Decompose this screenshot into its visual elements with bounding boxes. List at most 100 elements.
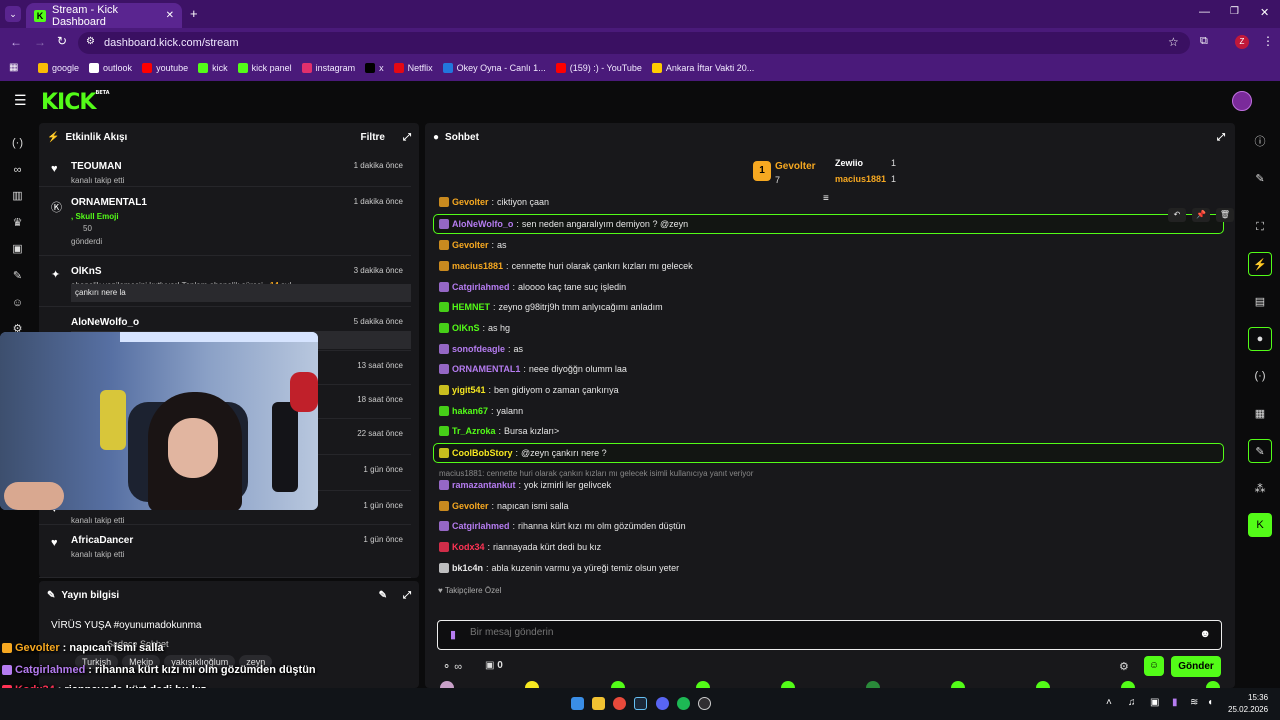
site-info-icon[interactable]: ⚙ <box>86 36 95 47</box>
chat-username[interactable]: Kodx34 <box>452 542 485 552</box>
quick-emote-button[interactable]: ☺ <box>1144 656 1164 676</box>
chat-message[interactable]: Gevolter: as <box>439 237 507 253</box>
chat-message[interactable]: CoolBobStory: @zeyn çankırı nere ? <box>439 445 607 461</box>
pencil-icon[interactable]: ✎ <box>1248 166 1272 190</box>
chat-username[interactable]: macius1881 <box>452 261 503 271</box>
chat-username[interactable]: AloNeWolfo_o <box>452 219 513 229</box>
second-name[interactable]: Zewiio <box>835 158 863 168</box>
bookmark-item[interactable]: (159) :) - YouTube <box>555 63 642 73</box>
hamburger-menu-icon[interactable]: ☰ <box>14 92 27 109</box>
chat-message[interactable]: Catgirlahmed: aloooo kaç tane suç işledin <box>439 279 626 295</box>
chat-username[interactable]: Gevolter <box>452 197 489 207</box>
reload-icon[interactable]: ↻ <box>57 34 67 48</box>
broadcast-icon[interactable]: (·) <box>1248 364 1272 388</box>
popout-icon[interactable]: ⤢ <box>1217 132 1225 143</box>
video-icon[interactable]: ▣ <box>11 243 24 256</box>
tray-chevron-icon[interactable]: ˄ <box>1106 697 1112 708</box>
gifts[interactable]: ▣ 0 <box>485 660 503 671</box>
file-explorer-icon[interactable] <box>592 697 605 710</box>
popout-icon[interactable]: ⤢ <box>403 590 411 601</box>
chat-username[interactable]: ORNAMENTAL1 <box>452 364 520 374</box>
chat-message[interactable]: ramazantankut: yok izmirli ler gelivcek <box>439 477 611 493</box>
forward-icon[interactable]: → <box>34 35 46 49</box>
chat-username[interactable]: ramazantankut <box>452 480 516 490</box>
chat-username[interactable]: Catgirlahmed <box>452 282 510 292</box>
chat-username[interactable]: Gevolter <box>452 501 489 511</box>
reply-icon[interactable]: ↶ <box>1168 208 1186 222</box>
chat-message[interactable]: Gevolter: ciktiyon çaan <box>439 194 549 210</box>
chat-username[interactable]: OlKnS <box>452 323 480 333</box>
close-window-icon[interactable]: ✕ <box>1260 6 1269 19</box>
lightning-icon[interactable]: ⚡ <box>1248 252 1272 276</box>
trophy-icon[interactable]: ♛ <box>11 217 24 230</box>
volume-icon[interactable]: ◖ <box>1207 697 1213 708</box>
chrome-icon[interactable] <box>613 697 626 710</box>
url-field[interactable]: ⚙ dashboard.kick.com/stream ☆ <box>78 32 1190 54</box>
popout-icon[interactable]: ⤢ <box>403 132 411 143</box>
headset-icon[interactable]: ♫ <box>1128 697 1136 708</box>
kick-logo[interactable]: KICKBETA <box>41 90 110 115</box>
chat-message[interactable]: OlKnS: as hg <box>439 320 510 336</box>
activity-event[interactable]: Ⓚ ORNAMENTAL1 , Skull Emoji 50 gönderdi 1 dak… <box>39 187 411 256</box>
user-avatar[interactable] <box>1232 91 1252 111</box>
bookmark-item[interactable]: x <box>365 63 384 73</box>
wrench-icon[interactable]: ✎ <box>11 270 24 283</box>
chat-message[interactable]: sonofdeagle: as <box>439 341 523 357</box>
event-username[interactable]: AfricaDancer <box>71 535 133 546</box>
wifi-icon[interactable]: ≋ <box>1190 697 1198 708</box>
edit-icon[interactable]: ✎ <box>379 590 387 601</box>
chat-username[interactable]: Gevolter <box>452 240 489 250</box>
chat-icon[interactable]: ● <box>1248 327 1272 351</box>
channel-points[interactable]: ⚬ ∞ <box>442 660 462 673</box>
chat-message[interactable]: AloNeWolfo_o: sen neden angaralıyım demiy… <box>439 216 688 232</box>
wrench-icon[interactable]: ✎ <box>1248 439 1272 463</box>
chat-message[interactable]: bk1c4n: abla kuzenin varmu ya yüreği temi… <box>439 560 679 576</box>
tray-app-icon[interactable]: ▣ <box>1150 697 1159 708</box>
event-username[interactable]: OlKnS <box>71 266 102 277</box>
chat-input[interactable] <box>470 627 1170 638</box>
users-icon[interactable]: ☺ <box>11 297 24 310</box>
bookmark-item[interactable]: outlook <box>89 63 132 73</box>
scan-icon[interactable]: ⛶ <box>1248 215 1272 239</box>
chat-message[interactable]: Tr_Azroka: Bursa kızları> <box>439 423 559 439</box>
analytics-icon[interactable]: ▥ <box>11 190 24 203</box>
mic-tray-icon[interactable]: ▮ <box>1172 697 1178 708</box>
pin-icon[interactable]: 📌 <box>1192 208 1210 222</box>
leader-name[interactable]: Gevolter <box>775 161 816 172</box>
mic-icon[interactable]: ▮ <box>450 628 456 641</box>
chat-filter-icon[interactable]: ≡ <box>823 193 829 204</box>
third-name[interactable]: macius1881 <box>835 174 886 184</box>
emoji-icon[interactable]: ☻ <box>1199 628 1211 640</box>
extensions-icon[interactable]: ⧉ <box>1200 35 1208 48</box>
chat-message[interactable]: yigit541: ben gidiyom o zaman çankırıya <box>439 382 619 398</box>
obs-icon[interactable] <box>698 697 711 710</box>
new-tab-button[interactable]: + <box>190 6 198 21</box>
bookmark-item[interactable]: Netflix <box>393 63 433 73</box>
chat-message[interactable]: macius1881: cennette huri olarak çankırı … <box>439 258 693 274</box>
maximize-icon[interactable]: ❐ <box>1230 6 1239 17</box>
printer-icon[interactable]: ▦ <box>1248 401 1272 425</box>
clock-time[interactable]: 15:36 <box>1248 693 1268 702</box>
minimize-icon[interactable]: — <box>1199 6 1210 18</box>
chat-settings-icon[interactable]: ⚙ <box>1119 660 1129 673</box>
bookmark-item[interactable]: Okey Oyna - Canlı 1... <box>442 63 546 73</box>
chat-username[interactable]: CoolBobStory <box>452 448 513 458</box>
link-icon[interactable]: ∞ <box>11 164 24 177</box>
activity-event[interactable]: ♥ AfricaDancer kanalı takip etti 1 gün önce <box>39 525 411 578</box>
event-username[interactable]: ORNAMENTAL1 <box>71 197 147 208</box>
chat-username[interactable]: Tr_Azroka <box>452 426 496 436</box>
chat-message[interactable]: HEMNET: zeyno g98itrj9h tmm anlyıcağımı a… <box>439 299 663 315</box>
chat-input-box[interactable]: ▮ ☻ <box>437 620 1222 650</box>
bookmark-item[interactable]: kick <box>198 63 228 73</box>
profile-avatar[interactable]: Z <box>1235 35 1249 49</box>
chat-message[interactable]: Catgirlahmed: rihanna kürt kızı mı olm gö… <box>439 518 686 534</box>
activity-event[interactable]: ♥ TEOUMAN kanalı takip etti 1 dakika önce <box>39 151 411 187</box>
event-username[interactable]: TEOUMAN <box>71 161 122 172</box>
chat-username[interactable]: bk1c4n <box>452 563 483 573</box>
windows-start-icon[interactable] <box>571 697 584 710</box>
kick-app-icon[interactable]: K <box>1248 513 1272 537</box>
bookmark-item[interactable]: youtube <box>142 63 188 73</box>
send-button[interactable]: Gönder <box>1171 656 1221 677</box>
bookmark-item[interactable]: instagram <box>301 63 355 73</box>
notes-icon[interactable]: ▤ <box>1248 289 1272 313</box>
